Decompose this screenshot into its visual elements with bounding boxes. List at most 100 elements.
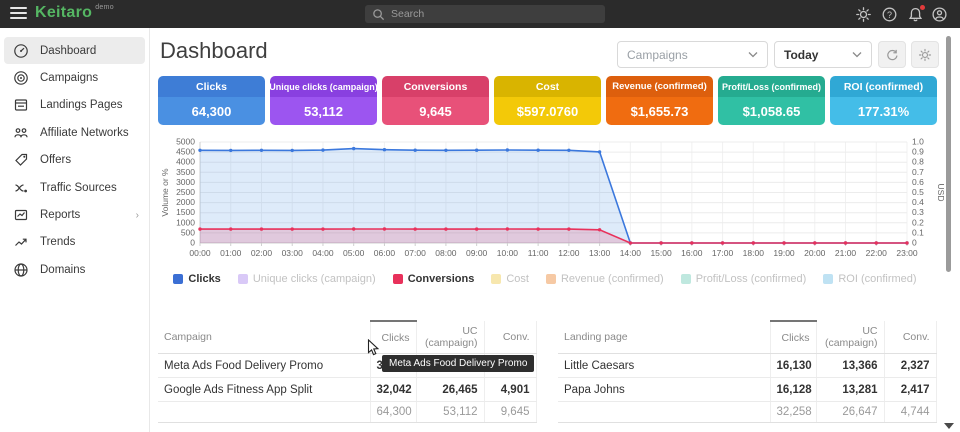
demo-badge: demo — [95, 4, 114, 11]
stat-card-label: Clicks — [158, 76, 265, 97]
table-totals-row: 64,300 53,112 9,645 — [158, 402, 536, 423]
stat-card-profit-loss: Profit/Loss (confirmed) $1,058.65 — [718, 76, 825, 125]
stat-card-value: $1,058.65 — [718, 97, 825, 125]
column-header-clicks[interactable]: Clicks — [770, 321, 816, 354]
legend-item-roi[interactable]: ROI (confirmed) — [823, 273, 916, 285]
svg-text:0.6: 0.6 — [912, 177, 924, 187]
settings-gear-icon[interactable] — [855, 6, 872, 23]
sidebar-item-reports[interactable]: Reports › — [0, 201, 149, 228]
account-icon[interactable] — [931, 6, 948, 23]
svg-text:2500: 2500 — [176, 187, 195, 197]
svg-text:17:00: 17:00 — [712, 248, 734, 258]
svg-text:0.7: 0.7 — [912, 167, 924, 177]
table-row: Google Ads Fitness App Split 32,042 26,4… — [158, 378, 536, 402]
svg-text:1500: 1500 — [176, 207, 195, 217]
chevron-down-icon — [748, 51, 758, 58]
svg-text:07:00: 07:00 — [405, 248, 427, 258]
legend-swatch — [393, 274, 403, 284]
svg-text:0.9: 0.9 — [912, 147, 924, 157]
stat-card-label: Revenue (confirmed) — [606, 76, 713, 97]
stat-card-value: 53,112 — [270, 97, 377, 125]
svg-text:1000: 1000 — [176, 217, 195, 227]
svg-text:10:00: 10:00 — [497, 248, 519, 258]
column-header-campaign[interactable]: Campaign — [158, 321, 370, 354]
svg-text:0.8: 0.8 — [912, 157, 924, 167]
sidebar-item-affiliate-networks[interactable]: Affiliate Networks — [0, 119, 149, 146]
domains-globe-icon — [13, 262, 29, 278]
svg-text:0: 0 — [912, 238, 917, 248]
search-input[interactable] — [391, 8, 591, 20]
svg-text:01:00: 01:00 — [220, 248, 242, 258]
column-header-landing-page[interactable]: Landing page — [558, 321, 770, 354]
sidebar-item-traffic-sources[interactable]: Traffic Sources — [0, 174, 149, 201]
stat-card-value: 64,300 — [158, 97, 265, 125]
date-range-select[interactable]: Today — [774, 41, 872, 68]
svg-text:0.5: 0.5 — [912, 187, 924, 197]
notifications-bell-icon[interactable] — [907, 6, 924, 23]
stat-card-label: Unique clicks (campaign) — [270, 76, 377, 97]
traffic-chart: 005000.110000.215000.320000.425000.53000… — [155, 133, 945, 267]
refresh-button[interactable] — [878, 41, 906, 68]
stat-card-unique-clicks: Unique clicks (campaign) 53,112 — [270, 76, 377, 125]
svg-text:19:00: 19:00 — [773, 248, 795, 258]
svg-text:02:00: 02:00 — [251, 248, 273, 258]
column-header-uc-campaign[interactable]: UC (campaign) — [416, 321, 484, 354]
legend-item-cost[interactable]: Cost — [491, 273, 529, 285]
notification-dot — [920, 5, 925, 10]
legend-item-conversions[interactable]: Conversions — [393, 273, 475, 285]
sidebar-item-campaigns[interactable]: Campaigns — [0, 64, 149, 91]
column-header-uc-campaign[interactable]: UC (campaign) — [816, 321, 884, 354]
hamburger-menu-icon[interactable] — [10, 7, 27, 20]
svg-text:3500: 3500 — [176, 167, 195, 177]
scrollbar-thumb[interactable] — [946, 36, 951, 272]
stat-card-conversions: Conversions 9,645 — [382, 76, 489, 125]
table-row: Papa Johns 16,128 13,281 2,417 — [558, 378, 936, 402]
column-header-conv[interactable]: Conv. — [484, 321, 536, 354]
hover-tooltip: Meta Ads Food Delivery Promo — [382, 355, 534, 372]
stat-card-value: 9,645 — [382, 97, 489, 125]
page-title: Dashboard — [160, 38, 268, 64]
help-icon[interactable]: ? — [881, 6, 898, 23]
stat-card-roi: ROI (confirmed) 177.31% — [830, 76, 937, 125]
svg-text:4000: 4000 — [176, 157, 195, 167]
campaign-name[interactable]: Meta Ads Food Delivery Promo — [158, 354, 370, 378]
svg-text:USD: USD — [936, 184, 945, 202]
legend-item-revenue[interactable]: Revenue (confirmed) — [546, 273, 664, 285]
sidebar-item-dashboard[interactable]: Dashboard — [4, 37, 145, 64]
global-search[interactable] — [365, 5, 605, 23]
stat-card-value: $597.0760 — [494, 97, 601, 125]
svg-text:09:00: 09:00 — [466, 248, 488, 258]
legend-swatch — [823, 274, 833, 284]
svg-text:0: 0 — [190, 238, 195, 248]
svg-text:05:00: 05:00 — [343, 248, 365, 258]
svg-text:16:00: 16:00 — [681, 248, 703, 258]
svg-text:13:00: 13:00 — [589, 248, 611, 258]
scroll-down-indicator[interactable] — [944, 423, 954, 429]
offers-tag-icon — [13, 152, 29, 168]
sidebar-item-landings-pages[interactable]: Landings Pages — [0, 92, 149, 119]
svg-text:?: ? — [887, 10, 892, 20]
legend-item-profit-loss[interactable]: Profit/Loss (confirmed) — [681, 273, 807, 285]
sidebar-item-trends[interactable]: Trends — [0, 229, 149, 256]
landing-pages-table: Landing page Clicks UC (campaign) Conv. … — [558, 320, 937, 423]
landing-page-name[interactable]: Little Caesars — [558, 354, 770, 378]
svg-text:15:00: 15:00 — [650, 248, 672, 258]
sidebar-item-offers[interactable]: Offers — [0, 147, 149, 174]
legend-item-clicks[interactable]: Clicks — [173, 273, 220, 285]
legend-swatch — [173, 274, 183, 284]
sidebar-item-domains[interactable]: Domains — [0, 256, 149, 283]
stat-card-label: ROI (confirmed) — [830, 76, 937, 97]
dashboard-gauge-icon — [13, 43, 29, 59]
campaign-name[interactable]: Google Ads Fitness App Split — [158, 378, 370, 402]
app-logo[interactable]: Keitarodemo — [35, 4, 114, 22]
table-header-row: Landing page Clicks UC (campaign) Conv. — [558, 321, 936, 354]
campaigns-filter-select[interactable]: Campaigns — [617, 41, 768, 68]
landing-page-name[interactable]: Papa Johns — [558, 378, 770, 402]
svg-text:08:00: 08:00 — [435, 248, 457, 258]
dashboard-settings-button[interactable] — [911, 41, 939, 68]
column-header-conv[interactable]: Conv. — [884, 321, 936, 354]
legend-item-unique-clicks[interactable]: Unique clicks (campaign) — [238, 273, 376, 285]
table-header-row: Campaign Clicks UC (campaign) Conv. — [158, 321, 536, 354]
svg-text:500: 500 — [181, 227, 195, 237]
keitaro-dashboard-app: Keitarodemo ? Dashboard Campaign — [0, 0, 960, 432]
